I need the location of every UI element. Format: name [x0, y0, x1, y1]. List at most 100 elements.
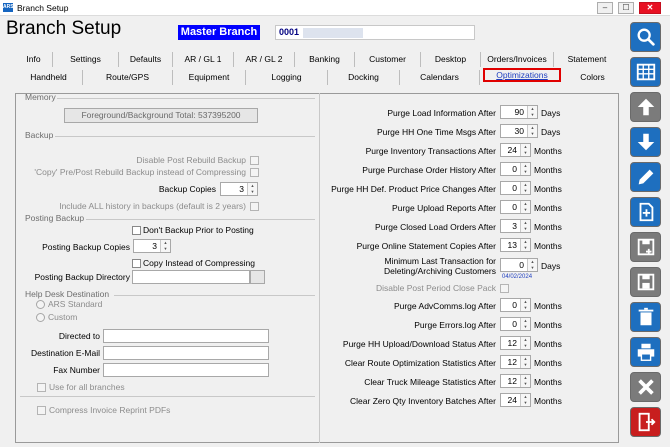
disable-post-period-checkbox[interactable] [500, 284, 509, 293]
spin-down-icon[interactable]: ▼ [529, 131, 536, 137]
save-as-button[interactable] [630, 232, 661, 262]
search-button[interactable] [630, 22, 661, 52]
close-button[interactable]: ✕ [639, 2, 661, 14]
compress-invoice-checkbox[interactable] [37, 406, 46, 415]
include-all-history-checkbox[interactable] [250, 202, 259, 211]
tab-settings[interactable]: Settings [53, 52, 119, 67]
copy-instead-checkbox[interactable] [132, 259, 141, 268]
edit-button[interactable] [630, 162, 661, 192]
save-button[interactable] [630, 267, 661, 297]
spin-down-icon[interactable]: ▼ [522, 324, 529, 330]
tab-statement[interactable]: Statement [554, 52, 620, 67]
posting-backup-directory-input[interactable] [132, 270, 250, 284]
spin-down-icon[interactable]: ▼ [522, 188, 529, 194]
purge-hh-status-stepper[interactable]: 12 ▲ ▼ [500, 336, 531, 350]
spin-down-icon[interactable]: ▼ [522, 381, 529, 387]
min-transaction-stepper[interactable]: 0 ▲ ▼ [500, 258, 538, 272]
tab-handheld[interactable]: Handheld [15, 70, 83, 85]
disable-post-rebuild-checkbox[interactable] [250, 156, 259, 165]
spin-down-icon[interactable]: ▼ [522, 305, 529, 311]
new-record-button[interactable] [630, 197, 661, 227]
directed-to-input[interactable] [103, 329, 269, 343]
tab-desktop[interactable]: Desktop [421, 52, 481, 67]
spin-down-icon[interactable]: ▼ [522, 226, 529, 232]
clear-route-stats-stepper[interactable]: 12 ▲ ▼ [500, 355, 531, 369]
tab-colors[interactable]: Colors [565, 70, 620, 85]
purge-statement-copies-stepper[interactable]: 13 ▲ ▼ [500, 238, 531, 252]
tab-ar-gl-2[interactable]: AR / GL 2 [234, 52, 295, 67]
min-transaction-unit: Days [541, 261, 561, 271]
dont-backup-checkbox[interactable] [132, 226, 141, 235]
purge-load-info-stepper[interactable]: 90 ▲ ▼ [500, 105, 538, 119]
spin-down-icon[interactable]: ▼ [522, 343, 529, 349]
memory-total-button[interactable]: Foreground/Background Total: 537395200 [64, 108, 258, 123]
tab-orders-invoices[interactable]: Orders/Invoices [481, 52, 554, 67]
posting-backup-copies-stepper[interactable]: 3 ▲ ▼ [133, 239, 171, 253]
print-button[interactable] [630, 337, 661, 367]
directed-to-label: Directed to [58, 331, 100, 341]
minimize-button[interactable]: – [597, 2, 613, 14]
tab-logging[interactable]: Logging [246, 70, 328, 85]
ars-standard-label: ARS Standard [48, 299, 103, 309]
spin-down-icon[interactable]: ▼ [522, 245, 529, 251]
custom-radio[interactable] [36, 313, 45, 322]
spin-down-icon[interactable]: ▼ [249, 189, 256, 195]
tab-route-gps[interactable]: Route/GPS [83, 70, 173, 85]
clear-zero-qty-stepper[interactable]: 24 ▲ ▼ [500, 393, 531, 407]
spin-down-icon[interactable]: ▼ [529, 265, 536, 271]
spin-down-icon[interactable]: ▼ [522, 207, 529, 213]
purge-advcomms-stepper[interactable]: 0 ▲ ▼ [500, 298, 531, 312]
tab-equipment[interactable]: Equipment [173, 70, 246, 85]
ars-standard-radio[interactable] [36, 300, 45, 309]
purge-errors-log-stepper[interactable]: 0 ▲ ▼ [500, 317, 531, 331]
stepper-value: 24 [507, 145, 517, 155]
purge-row-label: Clear Truck Mileage Statistics After [364, 377, 496, 387]
move-down-button[interactable] [630, 127, 661, 157]
exit-button[interactable] [630, 407, 661, 437]
maximize-button[interactable]: ☐ [618, 2, 634, 14]
spin-down-icon[interactable]: ▼ [522, 169, 529, 175]
arrow-down-icon [637, 133, 654, 151]
spin-down-icon[interactable]: ▼ [522, 150, 529, 156]
clear-truck-mileage-stepper[interactable]: 12 ▲ ▼ [500, 374, 531, 388]
stepper-value: 24 [507, 395, 517, 405]
move-up-button[interactable] [630, 92, 661, 122]
tab-customer[interactable]: Customer [355, 52, 421, 67]
tab-banking[interactable]: Banking [295, 52, 355, 67]
disable-post-rebuild-label: Disable Post Rebuild Backup [136, 155, 246, 165]
copy-pre-post-checkbox[interactable] [250, 168, 259, 177]
copy-instead-label: Copy Instead of Compressing [143, 258, 255, 268]
purge-row-label: Clear Zero Qty Inventory Batches After [350, 396, 496, 406]
help-desk-group-label: Help Desk Destination [25, 289, 110, 299]
backup-copies-label: Backup Copies [158, 184, 216, 194]
spin-down-icon[interactable]: ▼ [162, 246, 169, 252]
posting-backup-copies-value: 3 [152, 241, 157, 251]
tab-info[interactable]: Info [15, 52, 53, 67]
tab-defaults[interactable]: Defaults [119, 52, 173, 67]
purge-hh-msgs-stepper[interactable]: 30 ▲ ▼ [500, 124, 538, 138]
tab-docking[interactable]: Docking [328, 70, 400, 85]
tab-optimizations[interactable]: Optimizations [483, 68, 561, 82]
browse-directory-button[interactable] [250, 270, 265, 284]
purge-inventory-stepper[interactable]: 24 ▲ ▼ [500, 143, 531, 157]
backup-copies-stepper[interactable]: 3 ▲ ▼ [220, 182, 258, 196]
help-desk-group-line [114, 295, 315, 296]
tab-ar-gl-1[interactable]: AR / GL 1 [173, 52, 234, 67]
delete-button[interactable] [630, 302, 661, 332]
branch-id-field[interactable]: 0001 [275, 25, 475, 40]
cancel-button[interactable] [630, 372, 661, 402]
purge-price-changes-stepper[interactable]: 0 ▲ ▼ [500, 181, 531, 195]
use-all-branches-checkbox[interactable] [37, 383, 46, 392]
branch-setup-window: Branch Setup Master Branch 0001 Info Set… [0, 16, 670, 447]
grid-button[interactable] [630, 57, 661, 87]
spin-down-icon[interactable]: ▼ [529, 112, 536, 118]
spin-down-icon[interactable]: ▼ [522, 400, 529, 406]
dont-backup-label: Don't Backup Prior to Posting [143, 225, 254, 235]
destination-email-input[interactable] [103, 346, 269, 360]
tab-calendars[interactable]: Calendars [400, 70, 480, 85]
spin-down-icon[interactable]: ▼ [522, 362, 529, 368]
fax-number-input[interactable] [103, 363, 269, 377]
purge-upload-reports-stepper[interactable]: 0 ▲ ▼ [500, 200, 531, 214]
purge-closed-loads-stepper[interactable]: 3 ▲ ▼ [500, 219, 531, 233]
purge-po-history-stepper[interactable]: 0 ▲ ▼ [500, 162, 531, 176]
